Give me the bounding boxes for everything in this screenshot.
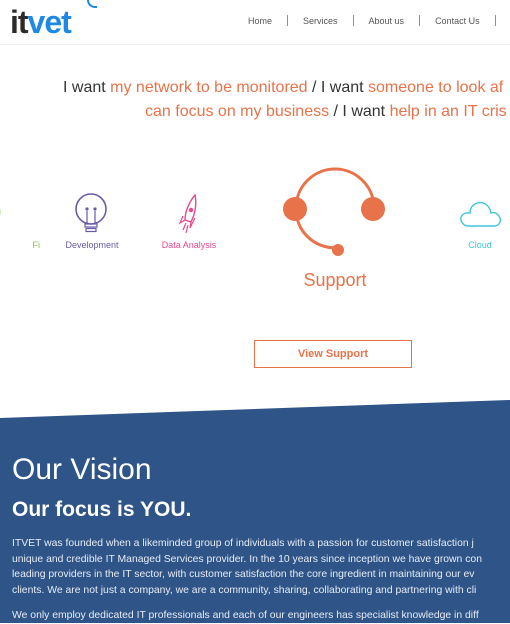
hero-highlight: my network to be monitored xyxy=(110,79,308,96)
vision-paragraph: ITVET was founded when a likeminded grou… xyxy=(12,536,510,598)
hero-highlight: help in an IT cris xyxy=(389,103,507,120)
view-support-button[interactable]: View Support xyxy=(254,340,412,368)
logo[interactable]: itvet xyxy=(10,2,72,42)
vision-line: clients. We are not just a company, we a… xyxy=(12,584,477,596)
nav-divider xyxy=(287,15,289,26)
vision-line: unique and credible IT Managed Services … xyxy=(12,553,482,565)
nav-home[interactable]: Home xyxy=(248,16,272,26)
service-label-cloud[interactable]: Cloud xyxy=(440,240,510,250)
hero-highlight: someone to look af xyxy=(368,79,504,96)
service-label-wifi[interactable]: Fi xyxy=(0,240,41,250)
nav-contact[interactable]: Contact Us xyxy=(435,16,480,26)
vision-line: ITVET was founded when a likeminded grou… xyxy=(12,538,474,549)
vision-line: leading providers in the IT sector, with… xyxy=(12,569,475,580)
nav-about[interactable]: About us xyxy=(369,16,405,26)
nav-divider xyxy=(494,15,496,26)
service-label-development[interactable]: Development xyxy=(52,240,132,250)
hero-highlight: can focus on my business xyxy=(145,103,330,120)
logo-mark xyxy=(87,0,97,8)
vision-subtitle: Our focus is YOU. xyxy=(12,498,192,521)
rocket-icon[interactable] xyxy=(175,192,205,236)
nav-services[interactable]: Services xyxy=(303,16,338,26)
nav-divider xyxy=(419,15,421,26)
hero-text: / I want xyxy=(307,79,369,96)
logo-it: it xyxy=(10,4,29,40)
service-label-data-analysis[interactable]: Data Analysis xyxy=(149,240,229,250)
header-divider xyxy=(0,44,510,45)
vision-paragraph-2: We only employ dedicated IT professional… xyxy=(12,610,479,621)
wifi-icon[interactable] xyxy=(0,188,18,236)
hero-line-2: can focus on my business / I want help i… xyxy=(145,100,507,124)
nav-divider xyxy=(352,15,354,26)
hero-text: / I want xyxy=(329,103,390,120)
headset-icon[interactable] xyxy=(280,162,390,262)
hero-text: I want xyxy=(63,79,111,96)
logo-vet: vet xyxy=(27,4,72,40)
main-nav: Home Services About us Contact Us xyxy=(248,15,510,26)
vision-title: Our Vision xyxy=(12,453,152,486)
service-label-support[interactable]: Support xyxy=(270,270,400,291)
hero-line-1: I want my network to be monitored / I wa… xyxy=(63,76,503,100)
cloud-icon[interactable] xyxy=(456,198,504,230)
lightbulb-icon[interactable] xyxy=(73,192,109,236)
